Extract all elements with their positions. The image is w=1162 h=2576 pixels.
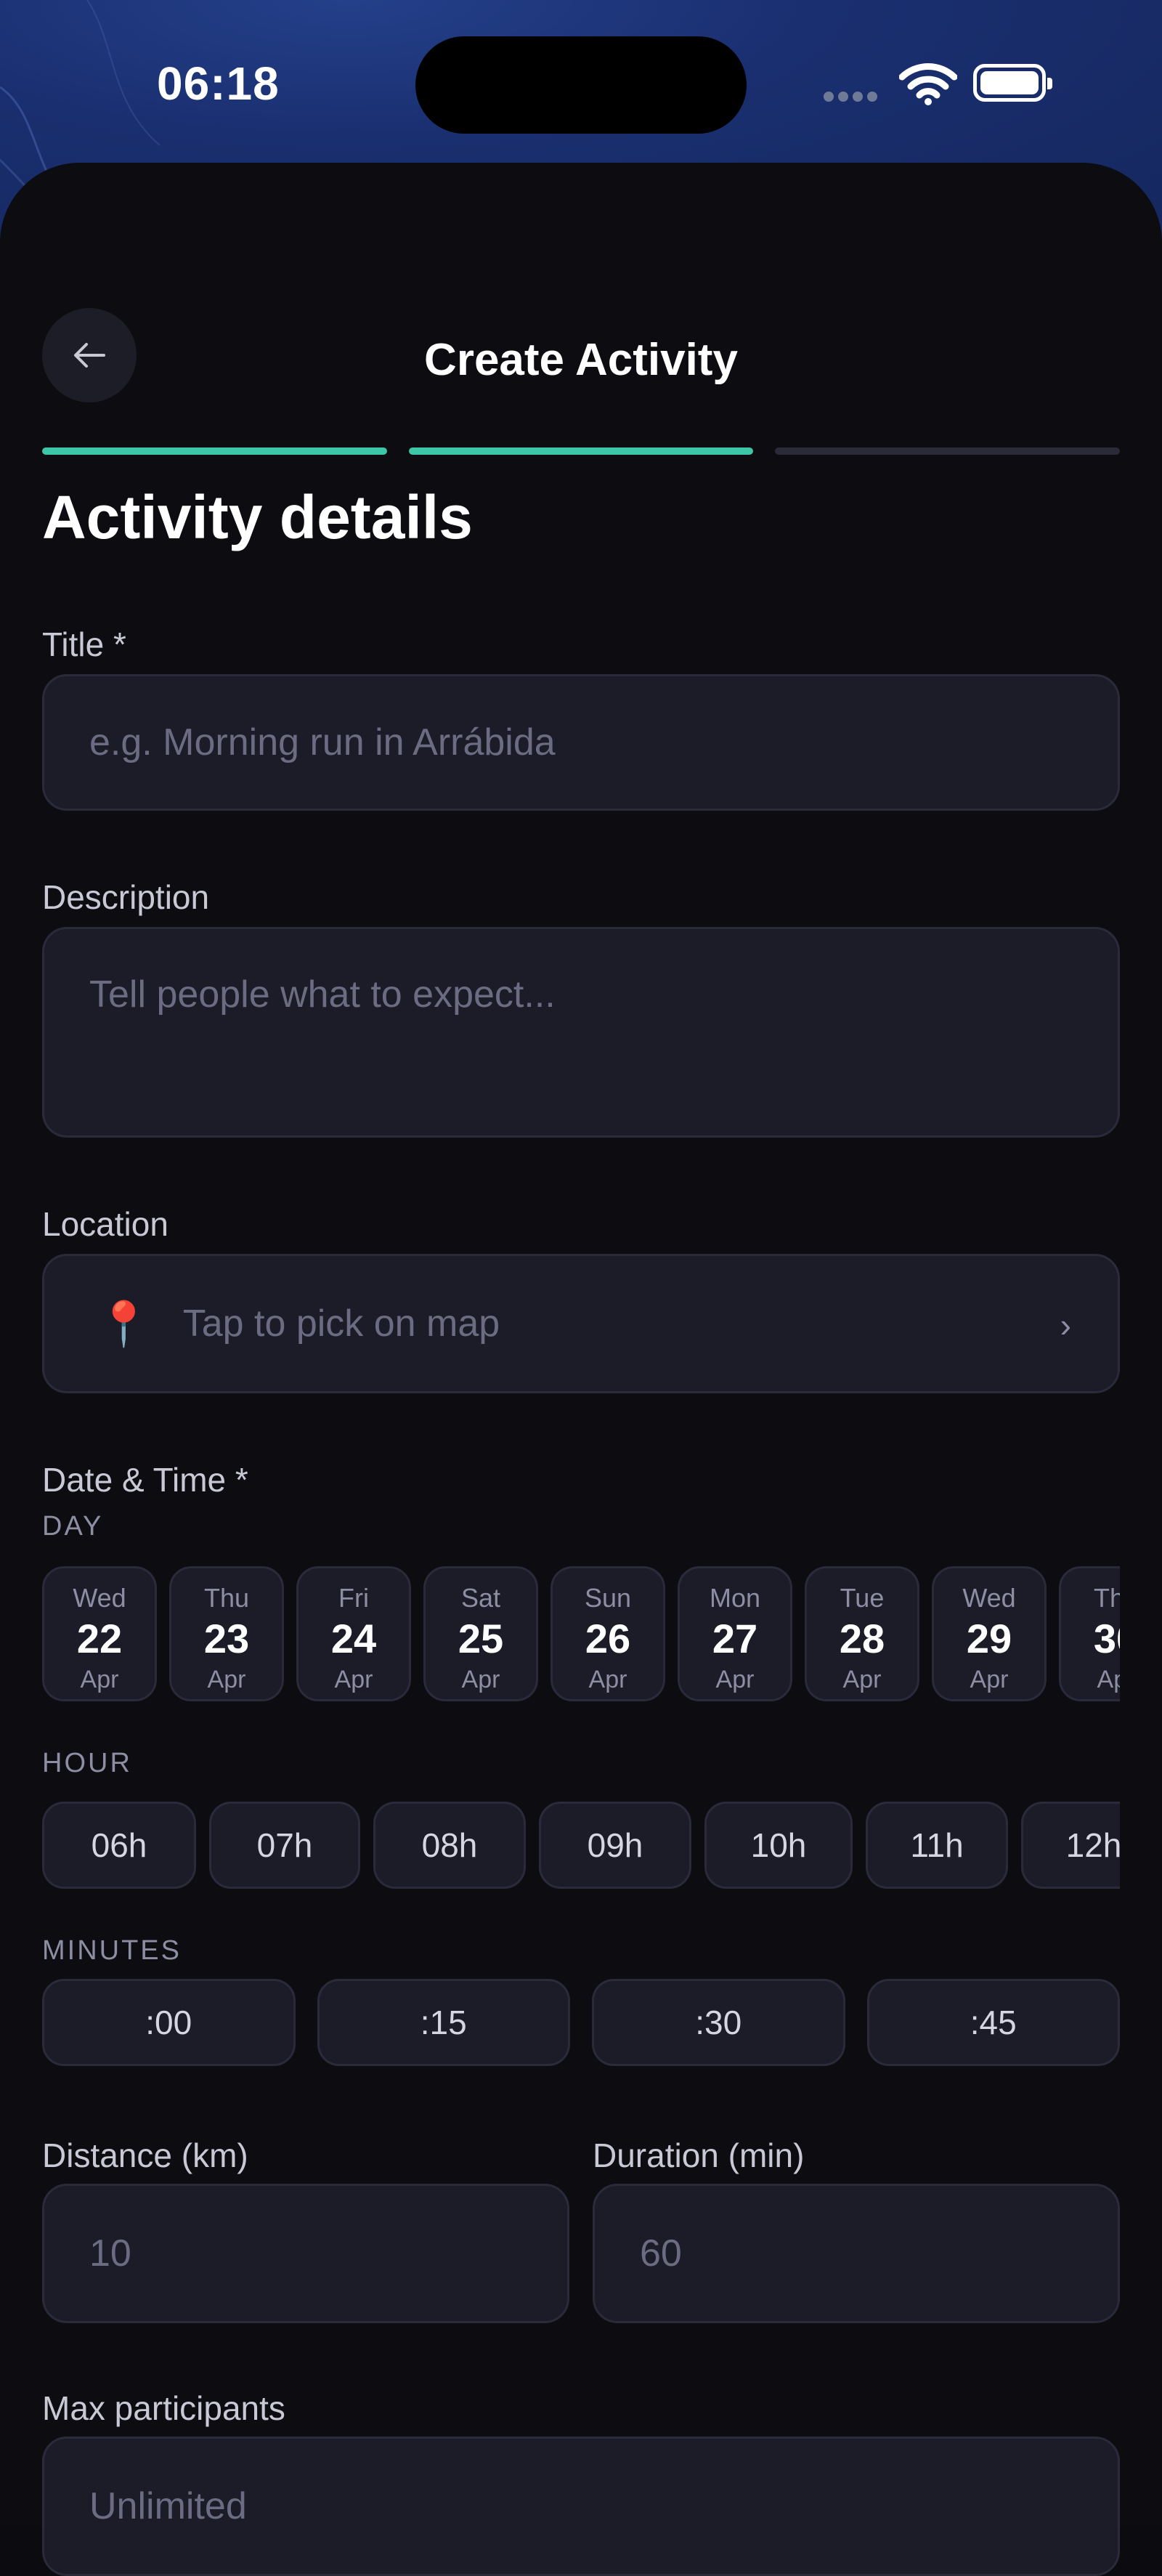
duration-label: Duration (min) [593, 2136, 805, 2174]
day-chip[interactable]: Tue 28 Apr [805, 1566, 919, 1701]
wifi-icon [898, 62, 958, 110]
day-chip-num: 30 [1093, 1616, 1120, 1661]
day-chip[interactable]: Wed 22 Apr [42, 1566, 157, 1701]
datetime-label: Date & Time * [42, 1461, 248, 1499]
day-chip-mon: Apr [1097, 1666, 1120, 1693]
day-chip-num: 22 [76, 1616, 123, 1661]
chevron-right-icon: › [1060, 1306, 1071, 1344]
hour-chip[interactable]: 11h [866, 1802, 1008, 1889]
day-chip-dow: Sun [584, 1583, 632, 1613]
minutes-label: MINUTES [42, 1935, 182, 1966]
day-chip[interactable]: Thu 23 Apr [169, 1566, 284, 1701]
title-label: Title * [42, 625, 126, 663]
description-placeholder: Tell people what to expect... [89, 973, 556, 1016]
description-label: Description [42, 878, 210, 916]
progress-step-2 [408, 447, 754, 455]
day-chip-dow: Wed [73, 1583, 126, 1613]
duration-input[interactable]: 60 [593, 2184, 1120, 2323]
day-chip[interactable]: Wed 29 Apr [932, 1566, 1047, 1701]
hour-picker[interactable]: 06h 07h 08h 09h 10h 11h 12h [42, 1802, 1120, 1892]
max-participants-label: Max participants [42, 2389, 285, 2427]
day-chip-mon: Apr [80, 1666, 119, 1693]
day-chip-mon: Apr [715, 1666, 755, 1693]
day-chip-dow: Thu [203, 1583, 250, 1613]
progress-step-3 [775, 447, 1121, 455]
day-chip-num: 25 [458, 1616, 504, 1661]
day-chip-mon: Apr [970, 1666, 1009, 1693]
location-label: Location [42, 1205, 168, 1243]
day-chip-mon: Apr [842, 1666, 882, 1693]
day-chip-num: 29 [966, 1616, 1012, 1661]
duration-placeholder: 60 [640, 2232, 682, 2275]
status-time: 06:18 [157, 57, 280, 110]
minute-chip[interactable]: :30 [592, 1979, 845, 2066]
day-chip[interactable]: Fri 24 Apr [296, 1566, 411, 1701]
day-chip[interactable]: Thu 30 Apr [1059, 1566, 1120, 1701]
description-input[interactable]: Tell people what to expect... [42, 927, 1120, 1138]
hour-chip[interactable]: 10h [704, 1802, 853, 1889]
battery-icon [973, 64, 1052, 102]
day-chip-mon: Apr [588, 1666, 627, 1693]
day-chip-dow: Wed [962, 1583, 1016, 1613]
distance-placeholder: 10 [89, 2232, 131, 2275]
day-chip[interactable]: Sun 26 Apr [550, 1566, 665, 1701]
day-picker[interactable]: Wed 22 Apr Thu 23 Apr Fri 24 Apr Sat 25 Apr Sun 26 Apr… [42, 1566, 1120, 1704]
day-chip-dow: Sat [460, 1583, 501, 1613]
day-chip-num: 26 [585, 1616, 631, 1661]
minute-chip[interactable]: :00 [42, 1979, 296, 2066]
page-title: Create Activity [424, 335, 738, 385]
section-title: Activity details [42, 483, 473, 551]
day-chip-mon: Apr [461, 1666, 500, 1693]
day-chip-num: 24 [330, 1616, 377, 1661]
day-chip-dow: Thu [1093, 1583, 1120, 1613]
minute-picker[interactable]: :00:15 :30:45 [42, 1979, 1120, 2066]
max-participants-input[interactable]: Unlimited [42, 2437, 1120, 2576]
step-progress [42, 447, 1121, 455]
progress-step-1 [42, 447, 387, 455]
day-chip-mon: Apr [334, 1666, 373, 1693]
title-input[interactable]: e.g. Morning run in Arrábida [42, 674, 1120, 811]
day-chip[interactable]: Sat 25 Apr [423, 1566, 538, 1701]
minute-chip[interactable]: :15 [317, 1979, 570, 2066]
top-bar: Create Activity [0, 308, 1162, 402]
hour-chip[interactable]: 12h [1021, 1802, 1120, 1889]
hour-chip[interactable]: 08h [373, 1802, 526, 1889]
title-placeholder: e.g. Morning run in Arrábida [89, 721, 556, 764]
cellular-signal-icon [824, 92, 882, 105]
day-chip-num: 28 [839, 1616, 885, 1661]
max-participants-placeholder: Unlimited [89, 2485, 247, 2527]
day-chip-dow: Mon [709, 1583, 761, 1613]
location-picker[interactable]: 📍 Tap to pick on map › [42, 1254, 1120, 1393]
day-label: DAY [42, 1511, 104, 1542]
distance-label: Distance (km) [42, 2136, 248, 2174]
day-chip[interactable]: Mon 27 Apr [678, 1566, 792, 1701]
location-placeholder: Tap to pick on map [182, 1303, 500, 1345]
day-chip-dow: Tue [840, 1583, 885, 1613]
dynamic-island [415, 36, 747, 134]
day-chip-dow: Fri [338, 1583, 369, 1613]
hour-chip[interactable]: 07h [209, 1802, 360, 1889]
minute-chip[interactable]: :45 [866, 1979, 1120, 2066]
day-chip-mon: Apr [207, 1666, 246, 1693]
status-bar: 06:18 [0, 0, 1162, 167]
map-pin-icon: 📍 [97, 1299, 151, 1348]
hour-label: HOUR [42, 1748, 132, 1778]
day-chip-num: 27 [712, 1616, 758, 1661]
create-activity-sheet: Create Activity Activity details Title *… [0, 163, 1162, 2576]
day-chip-num: 23 [203, 1616, 250, 1661]
hour-chip[interactable]: 09h [539, 1802, 691, 1889]
hour-chip[interactable]: 06h [42, 1802, 196, 1889]
distance-input[interactable]: 10 [42, 2184, 569, 2323]
